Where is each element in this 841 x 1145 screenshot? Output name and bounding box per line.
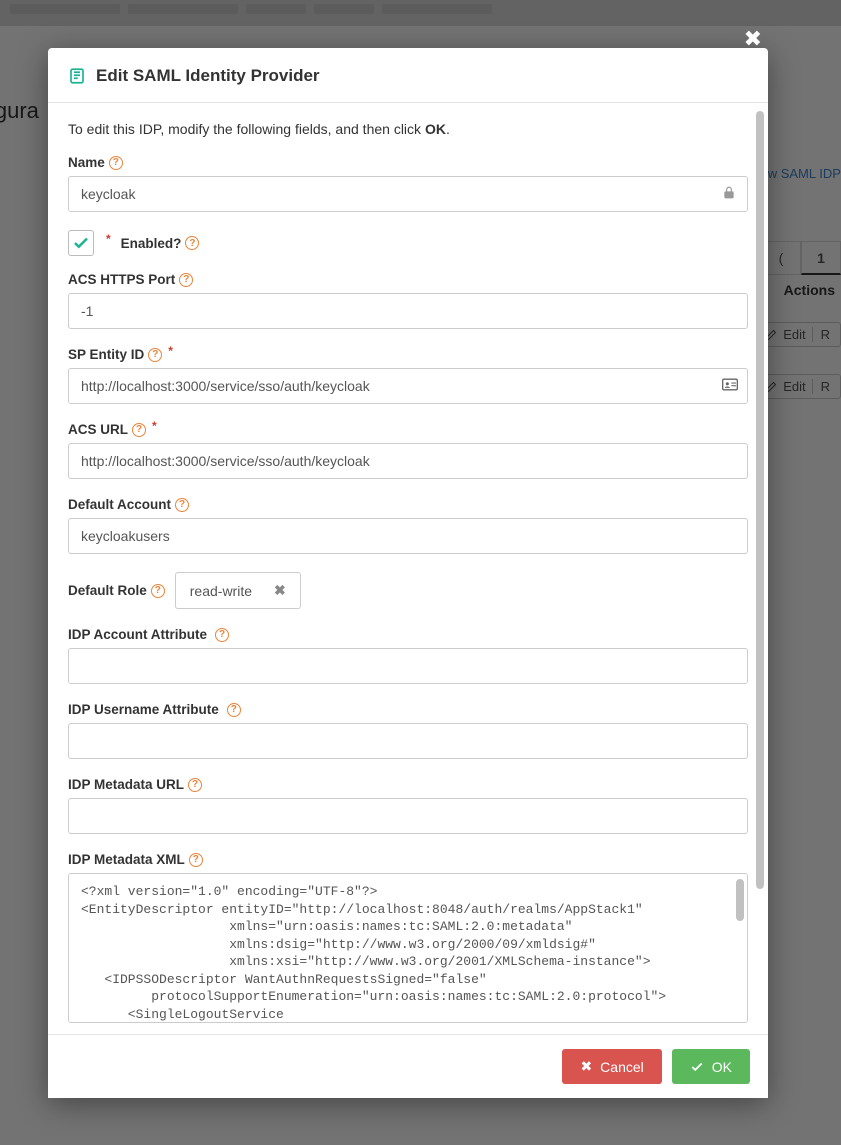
sp-entity-input[interactable]	[68, 368, 748, 404]
help-icon[interactable]: ?	[188, 778, 202, 792]
intro-prefix: To edit this IDP, modify the following f…	[68, 121, 425, 137]
acs-port-label-text: ACS HTTPS Port	[68, 272, 175, 287]
help-icon[interactable]: ?	[227, 703, 241, 717]
default-account-label: Default Account ?	[68, 497, 748, 512]
id-card-icon[interactable]	[722, 378, 738, 395]
acs-url-input[interactable]	[68, 443, 748, 479]
cancel-label: Cancel	[600, 1059, 644, 1075]
required-star: *	[106, 232, 111, 246]
help-icon[interactable]: ?	[189, 853, 203, 867]
help-icon[interactable]: ?	[148, 348, 162, 362]
sp-entity-label: SP Entity ID ? *	[68, 347, 748, 362]
acs-url-label-text: ACS URL	[68, 422, 128, 437]
help-icon[interactable]: ?	[151, 584, 165, 598]
modal-header: Edit SAML Identity Provider	[48, 48, 768, 103]
idp-metadata-url-label: IDP Metadata URL ?	[68, 777, 748, 792]
enabled-label-text: Enabled?	[121, 236, 182, 251]
intro-suffix: .	[446, 121, 450, 137]
close-icon[interactable]: ✖	[744, 26, 762, 52]
ok-button[interactable]: OK	[672, 1049, 750, 1084]
idp-metadata-xml-label: IDP Metadata XML ?	[68, 852, 748, 867]
lock-icon	[722, 186, 736, 203]
check-icon	[690, 1060, 704, 1074]
default-account-label-text: Default Account	[68, 497, 171, 512]
help-icon[interactable]: ?	[132, 423, 146, 437]
help-icon[interactable]: ?	[175, 498, 189, 512]
idp-metadata-xml-textarea[interactable]	[68, 873, 748, 1023]
idp-username-attr-label: IDP Username Attribute ?	[68, 702, 748, 717]
idp-account-attr-label: IDP Account Attribute ?	[68, 627, 748, 642]
idp-account-attr-input[interactable]	[68, 648, 748, 684]
edit-saml-idp-modal: ✖ Edit SAML Identity Provider To edit th…	[48, 48, 768, 1098]
idp-metadata-url-label-text: IDP Metadata URL	[68, 777, 184, 792]
help-icon[interactable]: ?	[215, 628, 229, 642]
name-label: Name ?	[68, 155, 748, 170]
modal-scrollbar-track	[756, 111, 764, 1026]
idp-icon	[68, 67, 86, 85]
default-role-tag[interactable]: read-write ✖	[175, 572, 301, 609]
textarea-scrollbar[interactable]	[736, 879, 744, 921]
help-icon[interactable]: ?	[179, 273, 193, 287]
modal-scrollbar-thumb[interactable]	[756, 111, 764, 889]
default-role-label: Default Role ?	[68, 583, 165, 598]
default-role-label-text: Default Role	[68, 583, 147, 598]
acs-url-label: ACS URL ? *	[68, 422, 748, 437]
name-label-text: Name	[68, 155, 105, 170]
idp-username-attr-label-text: IDP Username Attribute	[68, 702, 219, 717]
default-account-input[interactable]	[68, 518, 748, 554]
acs-port-input[interactable]	[68, 293, 748, 329]
cancel-button[interactable]: ✖ Cancel	[562, 1049, 661, 1084]
modal-intro: To edit this IDP, modify the following f…	[68, 121, 748, 137]
help-icon[interactable]: ?	[109, 156, 123, 170]
modal-body: To edit this IDP, modify the following f…	[48, 103, 768, 1034]
default-role-tag-text: read-write	[190, 583, 252, 599]
enabled-label: Enabled? ?	[121, 236, 200, 251]
modal-title: Edit SAML Identity Provider	[96, 66, 320, 86]
idp-metadata-url-input[interactable]	[68, 798, 748, 834]
remove-tag-icon[interactable]: ✖	[274, 582, 286, 599]
idp-username-attr-input[interactable]	[68, 723, 748, 759]
close-icon: ✖	[580, 1058, 592, 1075]
name-input	[68, 176, 748, 212]
ok-label: OK	[712, 1059, 732, 1075]
required-star: *	[168, 344, 173, 358]
idp-metadata-xml-label-text: IDP Metadata XML	[68, 852, 185, 867]
intro-bold: OK	[425, 121, 446, 137]
acs-port-label: ACS HTTPS Port ?	[68, 272, 748, 287]
enabled-checkbox[interactable]	[68, 230, 94, 256]
idp-account-attr-label-text: IDP Account Attribute	[68, 627, 207, 642]
help-icon[interactable]: ?	[185, 236, 199, 250]
modal-footer: ✖ Cancel OK	[48, 1034, 768, 1098]
required-star: *	[152, 419, 157, 433]
sp-entity-label-text: SP Entity ID	[68, 347, 144, 362]
